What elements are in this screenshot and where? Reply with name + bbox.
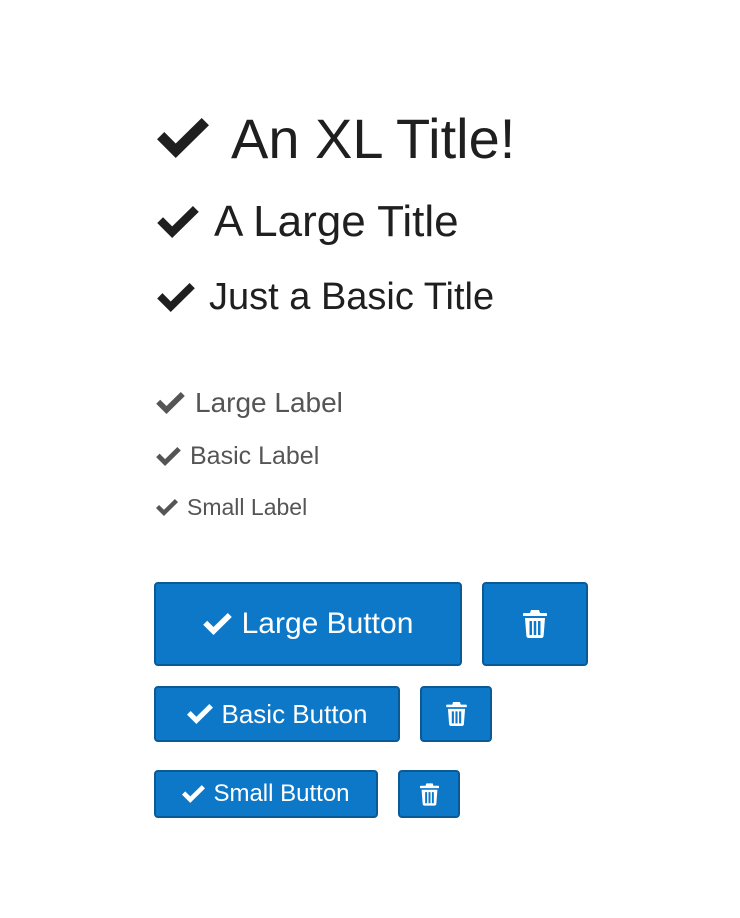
trash-icon — [446, 702, 467, 726]
check-icon — [187, 704, 213, 724]
title-large-text: A Large Title — [214, 197, 459, 246]
large-delete-button[interactable] — [482, 582, 588, 666]
trash-icon — [523, 610, 547, 638]
basic-button[interactable]: Basic Button — [154, 686, 400, 742]
small-delete-button[interactable] — [398, 770, 460, 818]
check-icon — [203, 613, 232, 635]
label-large-text: Large Label — [195, 387, 343, 418]
check-icon — [156, 447, 181, 466]
large-button-label: Large Button — [241, 607, 414, 640]
basic-delete-button[interactable] — [420, 686, 492, 742]
trash-icon — [420, 783, 439, 806]
title-basic-text: Just a Basic Title — [209, 275, 495, 318]
check-icon — [157, 283, 195, 312]
title-xl-text: An XL Title! — [231, 106, 516, 170]
large-button[interactable]: Large Button — [154, 582, 462, 666]
title-basic: Just a Basic Title — [157, 274, 494, 320]
check-icon — [182, 785, 205, 803]
title-large: A Large Title — [157, 196, 459, 248]
basic-button-label: Basic Button — [221, 698, 368, 729]
small-button-label: Small Button — [213, 780, 350, 807]
check-icon — [157, 206, 199, 238]
label-large: Large Label — [156, 386, 343, 420]
check-icon — [156, 392, 185, 414]
small-button[interactable]: Small Button — [154, 770, 378, 818]
check-icon — [157, 118, 209, 158]
label-basic: Basic Label — [156, 441, 319, 471]
label-basic-text: Basic Label — [190, 441, 320, 470]
check-icon — [156, 499, 178, 516]
title-xl: An XL Title! — [157, 106, 515, 170]
label-small: Small Label — [156, 493, 307, 521]
label-small-text: Small Label — [187, 493, 308, 520]
